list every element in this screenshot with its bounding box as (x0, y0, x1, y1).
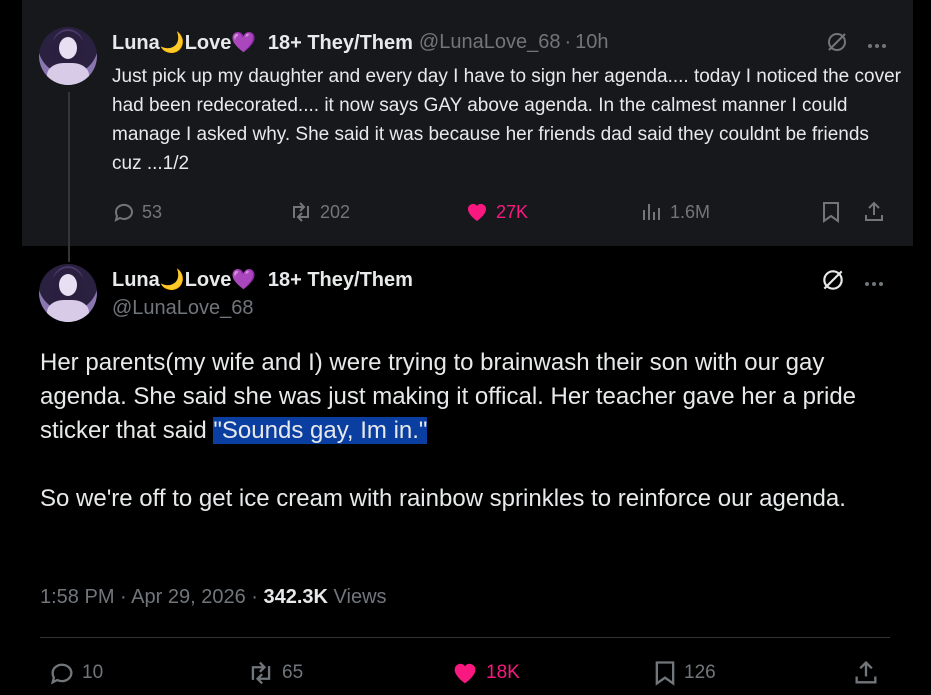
tweet-1-actions: 53 202 27K 1.6M (112, 198, 902, 228)
more-options-icon[interactable] (867, 36, 887, 54)
grok-icon[interactable] (825, 30, 849, 59)
heart-filled-icon (450, 659, 480, 687)
purple-heart-emoji: 💜 (231, 269, 257, 291)
moon-emoji: 🌙 (159, 32, 185, 54)
bookmark-count: 126 (684, 662, 716, 683)
repost-count: 65 (282, 662, 304, 683)
reply-icon (112, 200, 136, 224)
bookmark-button[interactable]: 126 (652, 659, 716, 687)
grok-icon[interactable] (820, 267, 846, 298)
display-name[interactable]: Luna🌙Love💜 18+ They/Them (112, 30, 413, 55)
purple-heart-emoji: 💜 (231, 32, 257, 54)
repost-icon (246, 659, 276, 687)
tweet-time[interactable]: 1:58 PM (40, 586, 114, 608)
reply-icon (48, 659, 76, 687)
tweet-time[interactable]: 10h (575, 31, 608, 54)
views-button[interactable]: 1.6M (640, 200, 710, 224)
share-button[interactable] (852, 659, 880, 687)
heart-filled-icon (464, 200, 490, 224)
tweet-2-text: Her parents(my wife and I) were trying t… (40, 346, 900, 516)
bookmark-icon (820, 200, 842, 224)
like-button[interactable]: 18K (450, 659, 520, 687)
views-icon (640, 200, 664, 224)
selected-text: "Sounds gay, Im in." (213, 417, 428, 444)
reply-count: 53 (142, 201, 163, 222)
like-button[interactable]: 27K (464, 200, 528, 224)
repost-button[interactable]: 65 (246, 659, 303, 687)
repost-icon (288, 200, 314, 224)
share-icon (862, 200, 886, 224)
tweet-1[interactable]: Luna🌙Love💜 18+ They/Them @LunaLove_68 · … (22, 0, 913, 262)
tweet-2-header: Luna🌙Love💜 18+ They/Them (112, 267, 413, 292)
reply-button[interactable]: 53 (112, 200, 162, 224)
left-sidebar (0, 0, 22, 695)
repost-count: 202 (320, 201, 351, 222)
reply-count: 10 (82, 662, 104, 683)
divider (40, 637, 890, 638)
tweet-feed: Luna🌙Love💜 18+ They/Them @LunaLove_68 · … (22, 0, 913, 695)
views-label: Views (333, 586, 387, 608)
avatar[interactable] (39, 27, 97, 85)
tweet-1-text: Just pick up my daughter and every day I… (112, 66, 901, 174)
like-count: 18K (486, 662, 520, 683)
separator-dot: · (564, 31, 572, 53)
tweet-2-text-part1: Her parents(my wife and I) were trying t… (40, 349, 857, 444)
moon-emoji: 🌙 (159, 269, 185, 291)
views-count: 1.6M (670, 201, 711, 222)
user-handle[interactable]: @LunaLove_68 (112, 297, 254, 320)
tweet-1-header: Luna🌙Love💜 18+ They/Them @LunaLove_68 · … (112, 30, 609, 55)
display-name[interactable]: Luna🌙Love💜 18+ They/Them (112, 267, 413, 292)
share-icon (852, 659, 880, 687)
tweet-1-corner-icons (825, 30, 887, 59)
repost-button[interactable]: 202 (288, 200, 350, 224)
like-count: 27K (496, 201, 529, 222)
bookmark-button[interactable] (820, 200, 842, 224)
reply-button[interactable]: 10 (48, 659, 103, 687)
tweet-2-text-part2: So we're off to get ice cream with rainb… (40, 485, 846, 512)
right-sidebar (913, 0, 931, 695)
tweet-date[interactable]: Apr 29, 2026 (131, 586, 246, 608)
thread-line (68, 92, 70, 262)
tweet-2-handle-row: @LunaLove_68 (112, 297, 254, 320)
more-options-icon[interactable] (864, 274, 884, 292)
share-button[interactable] (862, 200, 886, 224)
tweet-2-meta: 1:58 PM · Apr 29, 2026 · 342.3K Views (40, 586, 387, 608)
views-count: 342.3K (263, 586, 328, 608)
avatar[interactable] (39, 264, 97, 322)
tweet-2-corner-icons (820, 267, 884, 298)
user-handle[interactable]: @LunaLove_68 (419, 31, 561, 54)
bookmark-icon (652, 659, 678, 687)
tweet-2-actions: 10 65 18K 126 (40, 659, 890, 691)
